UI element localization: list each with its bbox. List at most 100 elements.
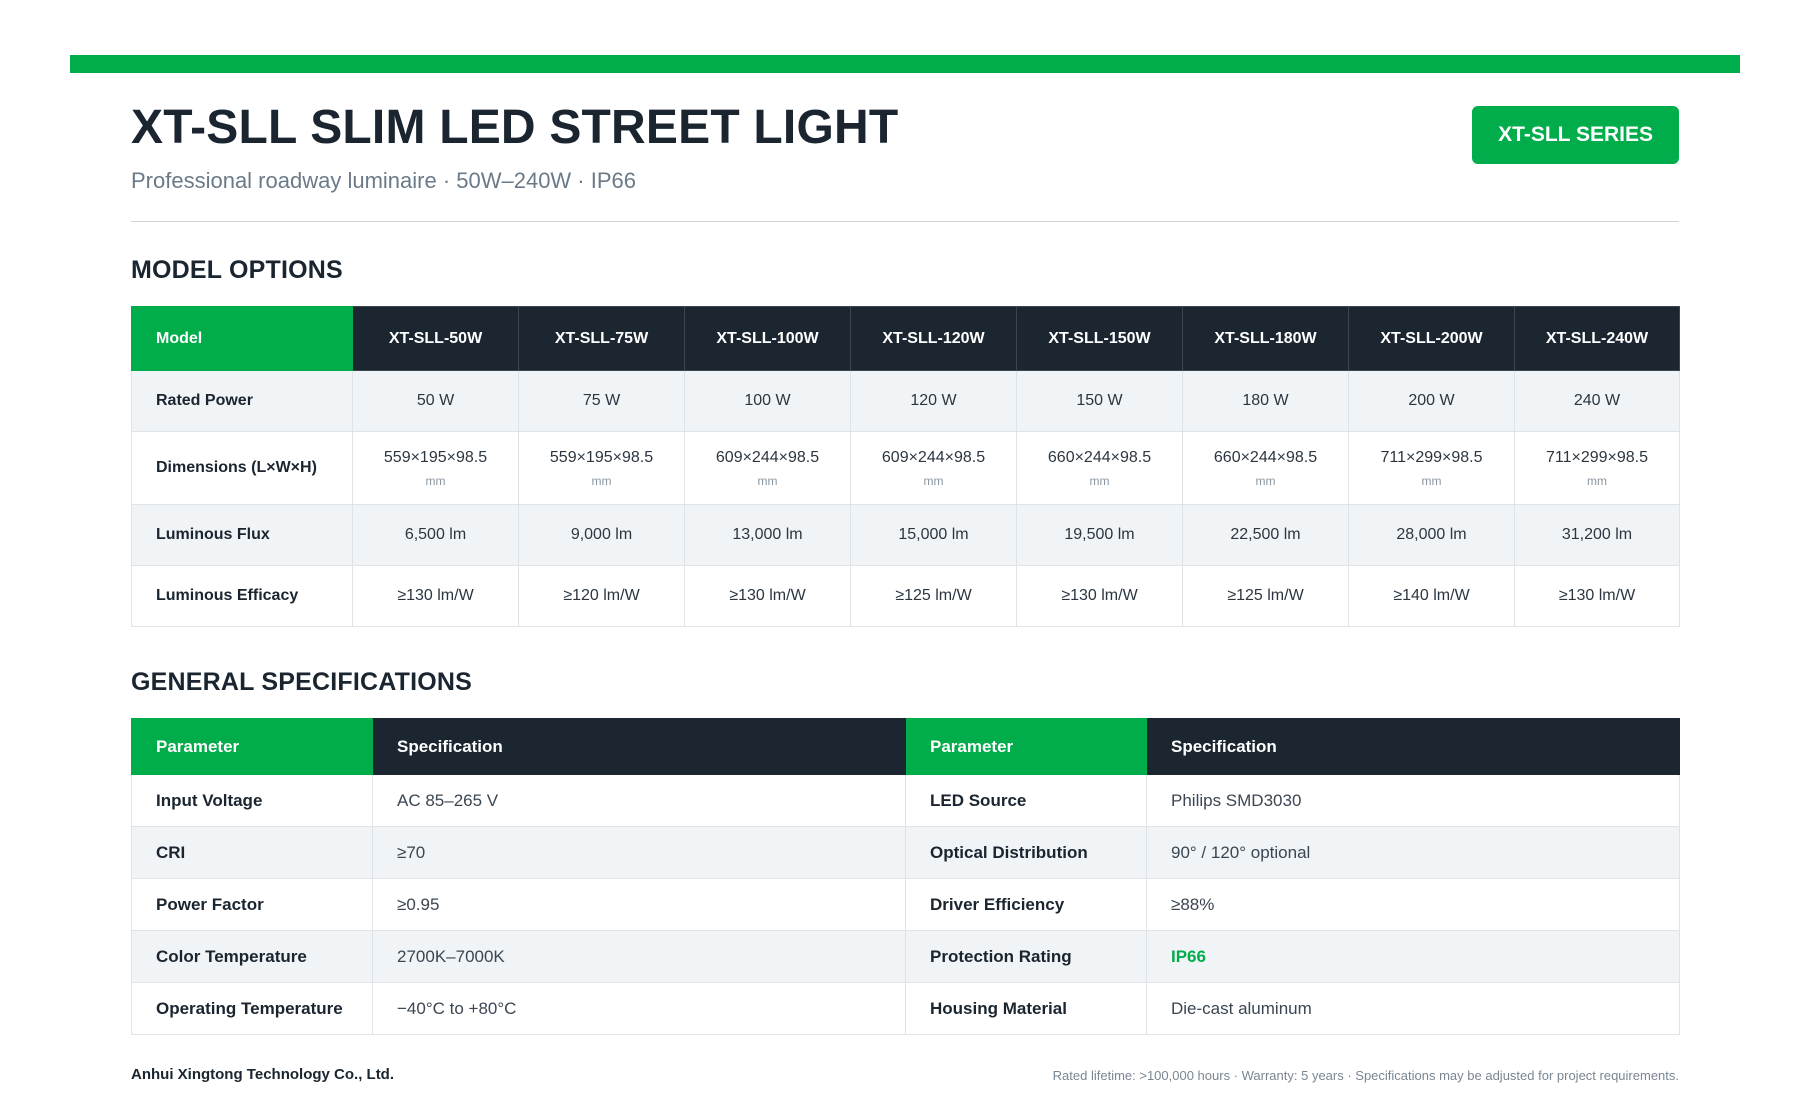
table-cell: ≥125 lm/W: [850, 565, 1017, 627]
table-cell: 31,200 lm: [1514, 504, 1680, 566]
specification-cell: 2700K–7000K: [372, 930, 906, 983]
table-cell: ≥130 lm/W: [1514, 565, 1680, 627]
parameter-cell: LED Source: [905, 774, 1147, 827]
table-row: CRI ≥70 Optical Distribution 90° / 120° …: [131, 826, 1680, 879]
parameter-cell: Protection Rating: [905, 930, 1147, 983]
table-cell: 120 W: [850, 370, 1017, 432]
model-column-header: XT-SLL-75W: [518, 306, 685, 371]
dimension-value: 559×195×98.5: [549, 448, 654, 466]
model-column-header: XT-SLL-180W: [1182, 306, 1349, 371]
table-cell: 13,000 lm: [684, 504, 851, 566]
specification-cell: ≥70: [372, 826, 906, 879]
model-column-header: XT-SLL-200W: [1348, 306, 1515, 371]
specification-cell: −40°C to +80°C: [372, 982, 906, 1035]
table-cell: 19,500 lm: [1016, 504, 1183, 566]
table-cell: ≥125 lm/W: [1182, 565, 1349, 627]
dimension-unit: mm: [1421, 473, 1442, 488]
parameter-cell: CRI: [131, 826, 373, 879]
table-cell: 609×244×98.5 mm: [684, 431, 851, 505]
dimension-unit: mm: [923, 473, 944, 488]
table-cell: ≥130 lm/W: [1016, 565, 1183, 627]
parameter-cell: Driver Efficiency: [905, 878, 1147, 931]
table-cell: 9,000 lm: [518, 504, 685, 566]
dimension-value: 660×244×98.5: [1047, 448, 1152, 466]
table-cell: ≥130 lm/W: [684, 565, 851, 627]
protection-rating-value: IP66: [1146, 930, 1680, 983]
specification-cell: Die-cast aluminum: [1146, 982, 1680, 1035]
dimension-value: 660×244×98.5: [1213, 448, 1318, 466]
parameter-cell: Optical Distribution: [905, 826, 1147, 879]
table-cell: 609×244×98.5 mm: [850, 431, 1017, 505]
dimension-unit: mm: [1255, 473, 1276, 488]
parameter-cell: Power Factor: [131, 878, 373, 931]
rated-power-row: Rated Power 50 W 75 W 100 W 120 W 150 W …: [131, 370, 1680, 432]
general-specs-table: Parameter Specification Parameter Specif…: [131, 718, 1680, 1035]
page-header: XT-SLL SLIM LED STREET LIGHT Professiona…: [131, 100, 1679, 222]
specification-cell: ≥0.95: [372, 878, 906, 931]
dimension-value: 609×244×98.5: [715, 448, 820, 466]
row-label: Dimensions (L×W×H): [131, 431, 353, 505]
model-column-header: XT-SLL-50W: [352, 306, 519, 371]
dimension-unit: mm: [425, 473, 446, 488]
page-title: XT-SLL SLIM LED STREET LIGHT: [131, 101, 899, 154]
table-cell: 711×299×98.5 mm: [1348, 431, 1515, 505]
table-cell: 711×299×98.5 mm: [1514, 431, 1680, 505]
table-cell: 660×244×98.5 mm: [1182, 431, 1349, 505]
row-label: Luminous Efficacy: [131, 565, 353, 627]
table-cell: 660×244×98.5 mm: [1016, 431, 1183, 505]
table-cell: 559×195×98.5 mm: [518, 431, 685, 505]
parameter-cell: Input Voltage: [131, 774, 373, 827]
specification-cell: 90° / 120° optional: [1146, 826, 1680, 879]
model-options-title: MODEL OPTIONS: [131, 256, 343, 284]
parameter-cell: Color Temperature: [131, 930, 373, 983]
table-cell: ≥140 lm/W: [1348, 565, 1515, 627]
luminous-flux-row: Luminous Flux 6,500 lm 9,000 lm 13,000 l…: [131, 504, 1680, 566]
specification-header: Specification: [372, 718, 906, 775]
parameter-header: Parameter: [131, 718, 373, 775]
specs-header-row: Parameter Specification Parameter Specif…: [131, 718, 1680, 775]
table-cell: 240 W: [1514, 370, 1680, 432]
table-cell: 200 W: [1348, 370, 1515, 432]
dimension-unit: mm: [591, 473, 612, 488]
model-options-table: Model XT-SLL-50W XT-SLL-75W XT-SLL-100W …: [131, 306, 1680, 627]
model-column-header: XT-SLL-150W: [1016, 306, 1183, 371]
model-header-row: Model XT-SLL-50W XT-SLL-75W XT-SLL-100W …: [131, 306, 1680, 371]
page-subtitle: Professional roadway luminaire · 50W–240…: [131, 168, 637, 193]
row-label: Luminous Flux: [131, 504, 353, 566]
model-corner-header: Model: [131, 306, 353, 371]
dimension-value: 609×244×98.5: [881, 448, 986, 466]
luminous-efficacy-row: Luminous Efficacy ≥130 lm/W ≥120 lm/W ≥1…: [131, 565, 1680, 627]
table-row: Color Temperature 2700K–7000K Protection…: [131, 930, 1680, 983]
table-cell: ≥120 lm/W: [518, 565, 685, 627]
table-cell: 22,500 lm: [1182, 504, 1349, 566]
table-cell: 75 W: [518, 370, 685, 432]
dimensions-row: Dimensions (L×W×H) 559×195×98.5 mm 559×19…: [131, 431, 1680, 505]
dimension-value: 711×299×98.5: [1545, 448, 1649, 466]
table-row: Operating Temperature −40°C to +80°C Hou…: [131, 982, 1680, 1035]
table-cell: 15,000 lm: [850, 504, 1017, 566]
table-cell: 6,500 lm: [352, 504, 519, 566]
top-accent-bar: [70, 55, 1740, 73]
model-column-header: XT-SLL-100W: [684, 306, 851, 371]
model-column-header: XT-SLL-120W: [850, 306, 1017, 371]
table-cell: 559×195×98.5 mm: [352, 431, 519, 505]
table-cell: 180 W: [1182, 370, 1349, 432]
table-row: Input Voltage AC 85–265 V LED Source Phi…: [131, 774, 1680, 827]
dimension-unit: mm: [1089, 473, 1110, 488]
row-label: Rated Power: [131, 370, 353, 432]
table-cell: 100 W: [684, 370, 851, 432]
table-cell: 28,000 lm: [1348, 504, 1515, 566]
series-badge: XT-SLL SERIES: [1472, 106, 1679, 164]
specification-cell: AC 85–265 V: [372, 774, 906, 827]
dimension-value: 559×195×98.5: [383, 448, 488, 466]
parameter-header: Parameter: [905, 718, 1147, 775]
parameter-cell: Housing Material: [905, 982, 1147, 1035]
dimension-value: 711×299×98.5: [1380, 448, 1483, 466]
table-cell: 150 W: [1016, 370, 1183, 432]
specification-cell: ≥88%: [1146, 878, 1680, 931]
footer-note: Rated lifetime: >100,000 hours · Warrant…: [1052, 1068, 1679, 1083]
table-cell: 50 W: [352, 370, 519, 432]
parameter-cell: Operating Temperature: [131, 982, 373, 1035]
specification-cell: Philips SMD3030: [1146, 774, 1680, 827]
specification-header: Specification: [1146, 718, 1680, 775]
